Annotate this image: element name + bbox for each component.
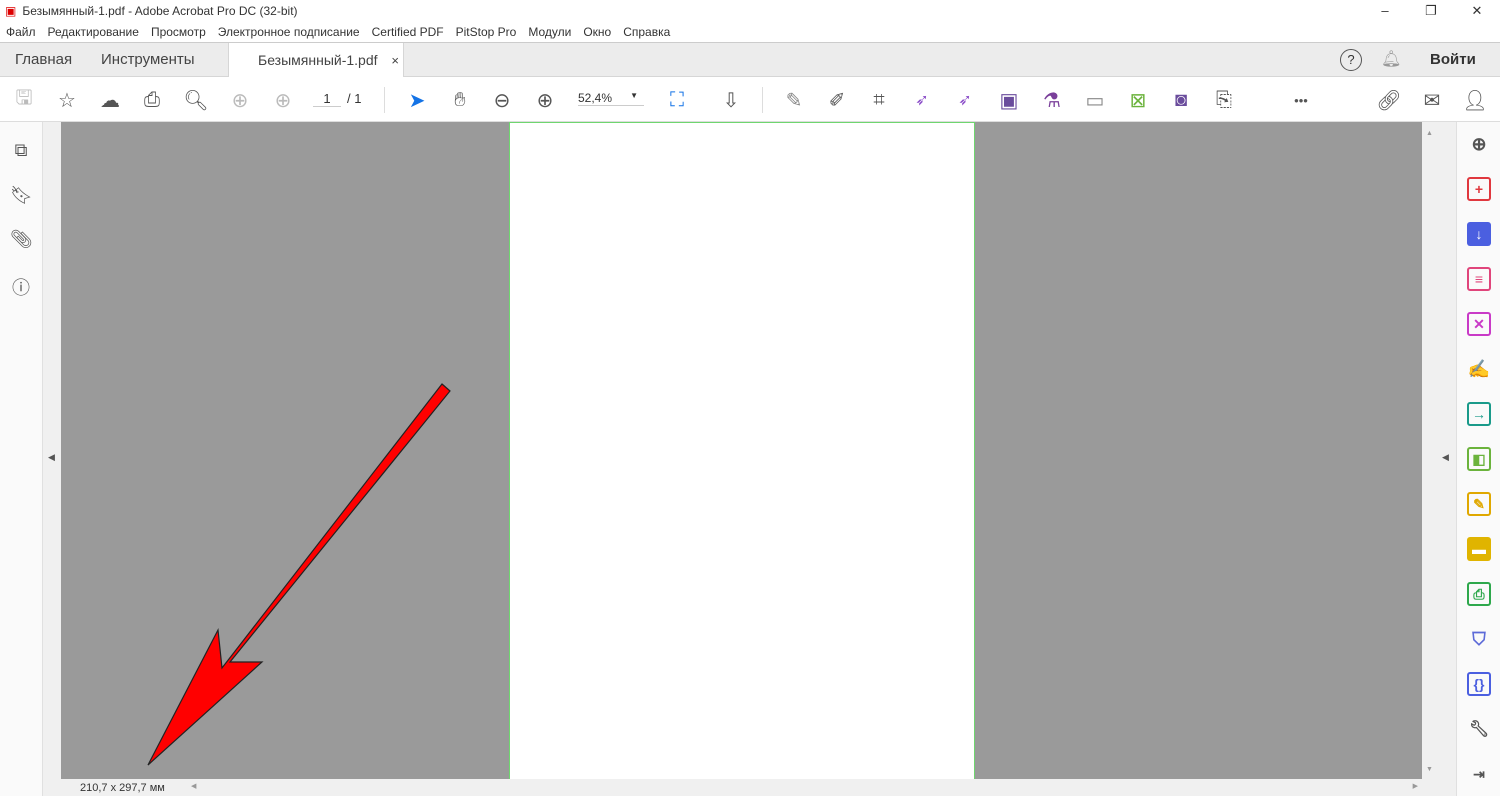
pdf-app-icon: ▣ [5,4,17,18]
export-pdf-icon[interactable]: ↓ [1467,222,1491,246]
send-for-signature-icon[interactable]: → [1467,402,1491,426]
scroll-right-icon[interactable]: ▶ [1413,782,1418,790]
zoom-value: 52,4% [578,91,613,105]
signin-button[interactable]: Войти [1430,51,1476,68]
more-tools-icon[interactable]: 🔧︎ [1467,717,1491,741]
fill-sign-icon[interactable]: ✍ [1467,357,1491,381]
page-thumbnails-icon[interactable]: ⧉ [10,140,32,162]
page-total: / 1 [347,91,362,106]
pitstop-select-similar-icon[interactable]: ➶ [952,87,978,113]
prev-page-icon[interactable]: ⊕ [227,87,253,113]
javascript-icon[interactable]: {} [1467,672,1491,696]
right-tools-panel: ⊕ + ↓ ≡ ✕ ✍ → ◧ ✎ ▬ ⎙ ⛉ {} 🔧︎ ⇥ [1456,122,1500,796]
edit-pdf-icon[interactable]: ✐ [824,87,850,113]
search-icon[interactable]: 🔍︎ [183,87,209,113]
bookmark-icon[interactable]: 🔖︎ [10,185,33,207]
upload-cloud-icon[interactable]: ☁ [97,87,123,113]
scroll-up-icon[interactable]: ▲ [1426,130,1433,137]
share-link-icon[interactable]: 🔗︎ [1376,87,1402,113]
scroll-mode-icon[interactable]: ⇩ [718,87,744,113]
organize-pages-icon[interactable]: ≡ [1467,267,1491,291]
add-user-icon[interactable]: 👤︎ [1462,87,1488,113]
minimize-button[interactable]: – [1362,0,1408,22]
maximize-button[interactable]: ❐ [1408,0,1454,22]
select-cursor-icon[interactable]: ➤ [404,87,430,113]
scroll-down-icon[interactable]: ▼ [1426,766,1433,773]
pitstop-inspector-icon[interactable]: ▣ [996,87,1022,113]
print-production-icon[interactable]: ⎙ [1467,582,1491,606]
help-icon[interactable]: ? [1340,49,1362,71]
bell-icon[interactable]: 🔔︎ [1381,49,1401,69]
pitstop-eyedropper-icon[interactable]: ⚗ [1039,87,1065,113]
protect-icon[interactable]: ⛉ [1467,627,1491,651]
tab-document[interactable]: Безымянный-1.pdf × [228,43,404,78]
crop-page-icon[interactable]: ⌗ [866,87,892,113]
left-navigation-panel: ⧉ 🔖︎ 📎︎ ⓘ [0,122,43,796]
attachment-icon[interactable]: 📎︎ [10,229,33,251]
toolbar: 🖫 ☆ ☁ ⎙ 🔍︎ ⊕ ⊕ 1 / 1 ➤ ✋︎ ⊖ ⊕ 52,4% ▼ ⛶ … [0,77,1500,122]
pitstop-preflight-icon[interactable]: ⊠ [1125,87,1151,113]
page-tools-icon[interactable]: ⎘ [1211,87,1237,113]
ruler-icon[interactable]: ▭ [1082,87,1108,113]
right-panel-toggle[interactable]: ◀ [1437,122,1456,796]
left-panel-toggle[interactable]: ◀ [43,122,61,796]
create-pdf-icon[interactable]: + [1467,177,1491,201]
expand-left-icon: ◀ [48,452,55,462]
zoom-in-icon[interactable]: ⊕ [532,87,558,113]
collapse-right-icon: ◀ [1442,452,1449,462]
hand-icon[interactable]: ✋︎ [447,87,473,113]
email-icon[interactable]: ✉ [1419,87,1445,113]
menu-esign[interactable]: Электронное подписание [218,25,360,39]
menu-certified-pdf[interactable]: Certified PDF [372,25,444,39]
fit-page-icon[interactable]: ⛶ [664,87,690,113]
print-icon[interactable]: ⎙ [139,87,165,113]
tab-document-label: Безымянный-1.pdf [258,52,378,68]
divider [762,87,763,113]
close-window-button[interactable]: ✕ [1454,0,1500,22]
status-bar: 210,7 x 297,7 мм ◀ ▶ [61,779,1422,796]
menu-file[interactable]: Файл [6,25,36,39]
window-title: Безымянный-1.pdf - Adobe Acrobat Pro DC … [22,4,298,18]
compare-files-icon[interactable]: ◧ [1467,447,1491,471]
zoom-select[interactable]: 52,4% ▼ [578,91,644,106]
zoom-out-icon[interactable]: ⊖ [489,87,515,113]
tab-bar: Главная Инструменты Безымянный-1.pdf × ?… [0,43,1500,78]
menu-view[interactable]: Просмотр [151,25,206,39]
request-esign-icon[interactable]: ✎ [1467,492,1491,516]
menu-window[interactable]: Окно [583,25,611,39]
tab-close-button[interactable]: × [391,53,399,68]
page-number-input[interactable]: 1 [313,91,341,107]
chevron-down-icon: ▼ [630,91,638,100]
more-tools-button[interactable]: ••• [1288,87,1314,113]
collapse-panel-icon[interactable]: ⇥ [1467,762,1491,786]
edit-pdf-tool-icon[interactable]: ✕ [1467,312,1491,336]
document-info-icon[interactable]: ⓘ [10,274,32,298]
menu-help[interactable]: Справка [623,25,670,39]
scroll-left-icon[interactable]: ◀ [191,782,196,790]
zoom-tool-icon[interactable]: ⊕ [1467,132,1491,156]
next-page-icon[interactable]: ⊕ [270,87,296,113]
menu-bar: Файл Редактирование Просмотр Электронное… [0,22,1500,43]
star-icon[interactable]: ☆ [54,87,80,113]
highlight-pen-icon[interactable]: ✎ [781,87,807,113]
menu-plugins[interactable]: Модули [528,25,571,39]
divider [384,87,385,113]
horizontal-scrollbar[interactable]: ◀ ▶ [187,779,1422,796]
title-bar: ▣ Безымянный-1.pdf - Adobe Acrobat Pro D… [0,0,1500,22]
menu-edit[interactable]: Редактирование [48,25,139,39]
pitstop-select-icon[interactable]: ➶ [909,87,935,113]
comment-icon[interactable]: ▬ [1467,537,1491,561]
pitstop-globe-icon[interactable]: ◙ [1168,87,1194,113]
tab-home[interactable]: Главная [15,43,72,77]
menu-pitstop[interactable]: PitStop Pro [456,25,517,39]
pdf-page [509,122,975,780]
tab-tools[interactable]: Инструменты [101,43,195,77]
vertical-scrollbar[interactable]: ▲ ▼ [1422,122,1437,796]
page-size-label: 210,7 x 297,7 мм [80,782,165,794]
save-icon[interactable]: 🖫 [11,87,37,113]
